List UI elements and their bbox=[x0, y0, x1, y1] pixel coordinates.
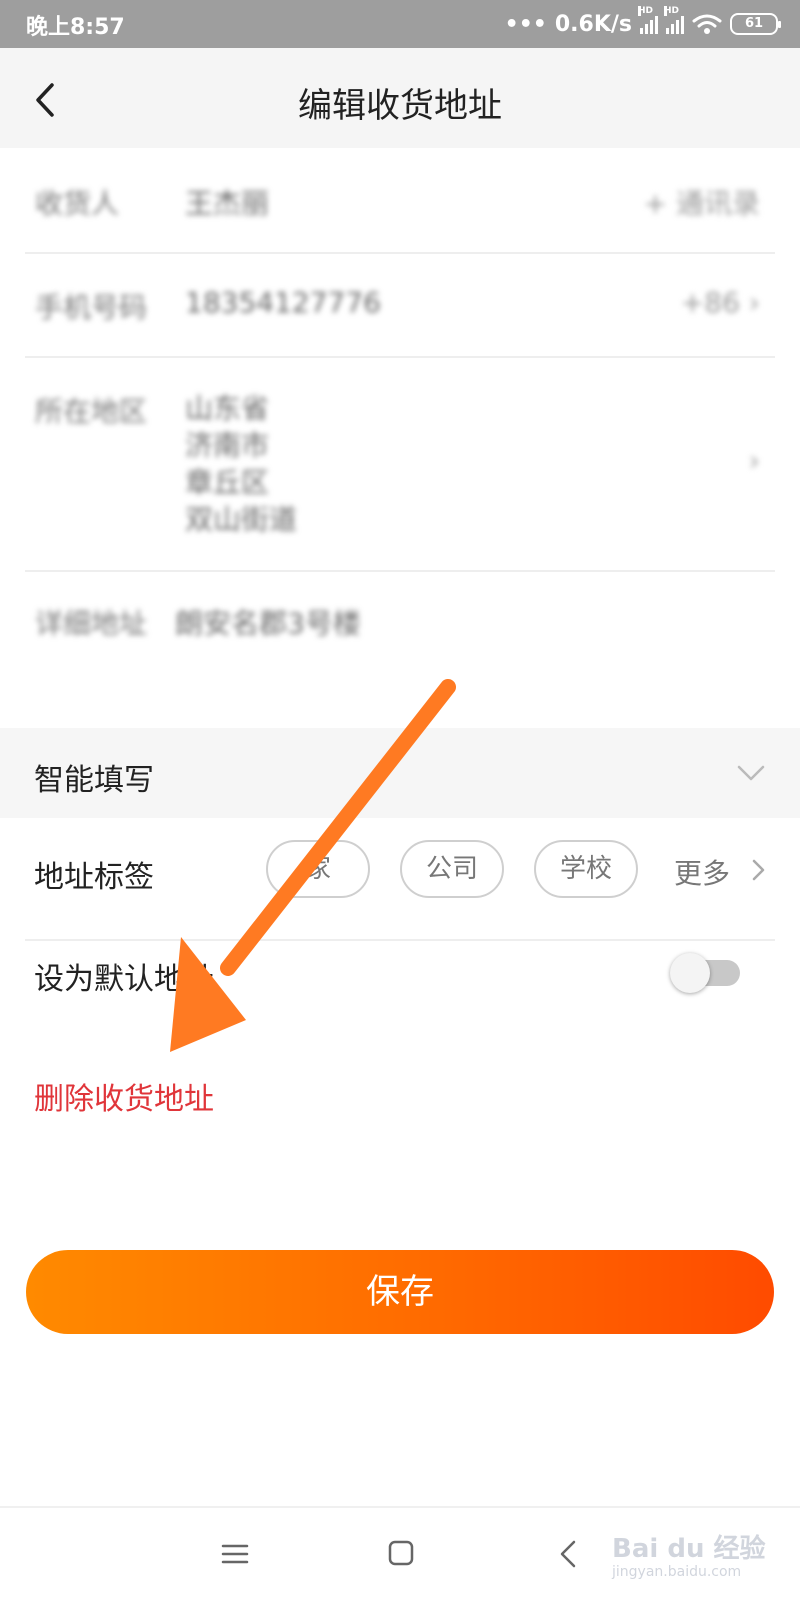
region-label: 所在地区 bbox=[35, 395, 148, 428]
phone-prefix[interactable]: +86 › bbox=[681, 286, 760, 319]
divider bbox=[25, 356, 775, 358]
toggle-knob bbox=[670, 953, 710, 993]
default-address-label: 设为默认地址 bbox=[34, 962, 214, 997]
delete-address-button[interactable]: 删除收货地址 bbox=[34, 1074, 214, 1118]
name-label: 收货人 bbox=[35, 187, 120, 220]
smart-fill-row[interactable]: 智能填写 bbox=[0, 728, 800, 818]
signal-icon: HD bbox=[638, 6, 658, 34]
phone-input[interactable]: 18354127776 bbox=[185, 286, 381, 319]
tag-company[interactable]: 公司 bbox=[400, 840, 504, 898]
region-row[interactable]: 所在地区 山东省 济南市 章丘区 双山街道 › bbox=[25, 390, 775, 540]
divider bbox=[25, 570, 775, 572]
tag-more-link[interactable]: 更多 bbox=[674, 852, 730, 892]
signal-icon-2: HD bbox=[664, 6, 684, 34]
more-dots-icon: ••• bbox=[504, 11, 547, 37]
divider bbox=[25, 252, 775, 254]
tag-school[interactable]: 学校 bbox=[534, 840, 638, 898]
phone-label: 手机号码 bbox=[35, 291, 148, 324]
nav-back-icon[interactable] bbox=[556, 1536, 580, 1572]
status-bar: 晚上8:57 ••• 0.6K/s HD HD 61 bbox=[0, 0, 800, 48]
detail-label: 详细地址 bbox=[35, 607, 148, 640]
wifi-icon bbox=[692, 14, 722, 34]
region-chevron-icon: › bbox=[748, 444, 760, 477]
home-square-icon[interactable] bbox=[386, 1538, 416, 1568]
chevron-right-icon[interactable] bbox=[748, 858, 768, 882]
tag-home[interactable]: 家 bbox=[266, 840, 370, 898]
detail-row[interactable]: 详细地址 朗安名郡3号楼 bbox=[25, 602, 775, 642]
address-tags-label: 地址标签 bbox=[34, 860, 154, 895]
contacts-link[interactable]: + 通讯录 bbox=[644, 182, 760, 222]
save-button[interactable]: 保存 bbox=[26, 1250, 774, 1334]
network-speed: 0.6K/s bbox=[554, 11, 632, 37]
status-time: 晚上8:57 bbox=[26, 15, 125, 40]
hd-label: HD bbox=[638, 6, 654, 16]
page-title: 编辑收货地址 bbox=[298, 86, 502, 126]
nav-header: 编辑收货地址 bbox=[0, 48, 800, 148]
default-address-toggle[interactable] bbox=[670, 953, 740, 993]
region-value: 山东省 济南市 章丘区 双山街道 bbox=[185, 392, 298, 536]
default-address-row: 设为默认地址 bbox=[0, 922, 800, 1022]
address-form: 收货人 王杰丽 + 通讯录 手机号码 18354127776 +86 › 所在地… bbox=[0, 150, 800, 725]
watermark-url: jingyan.baidu.com bbox=[612, 1564, 742, 1580]
status-icons: ••• 0.6K/s HD HD 61 bbox=[504, 6, 781, 39]
menu-icon[interactable] bbox=[220, 1536, 250, 1572]
hd-label-2: HD bbox=[664, 6, 680, 16]
name-input[interactable]: 王杰丽 bbox=[185, 182, 269, 222]
phone-row[interactable]: 手机号码 18354127776 +86 › bbox=[25, 286, 775, 326]
name-row[interactable]: 收货人 王杰丽 + 通讯录 bbox=[25, 182, 775, 222]
battery-icon: 61 bbox=[730, 13, 781, 35]
detail-input[interactable]: 朗安名郡3号楼 bbox=[175, 602, 361, 642]
watermark-logo: Bai du 经验 bbox=[612, 1534, 766, 1564]
smart-fill-label: 智能填写 bbox=[34, 763, 154, 798]
address-tags-row: 地址标签 家 公司 学校 更多 bbox=[0, 820, 800, 920]
chevron-down-icon[interactable] bbox=[736, 758, 766, 788]
baidu-watermark: Bai du 经验 jingyan.baidu.com bbox=[612, 1528, 792, 1588]
